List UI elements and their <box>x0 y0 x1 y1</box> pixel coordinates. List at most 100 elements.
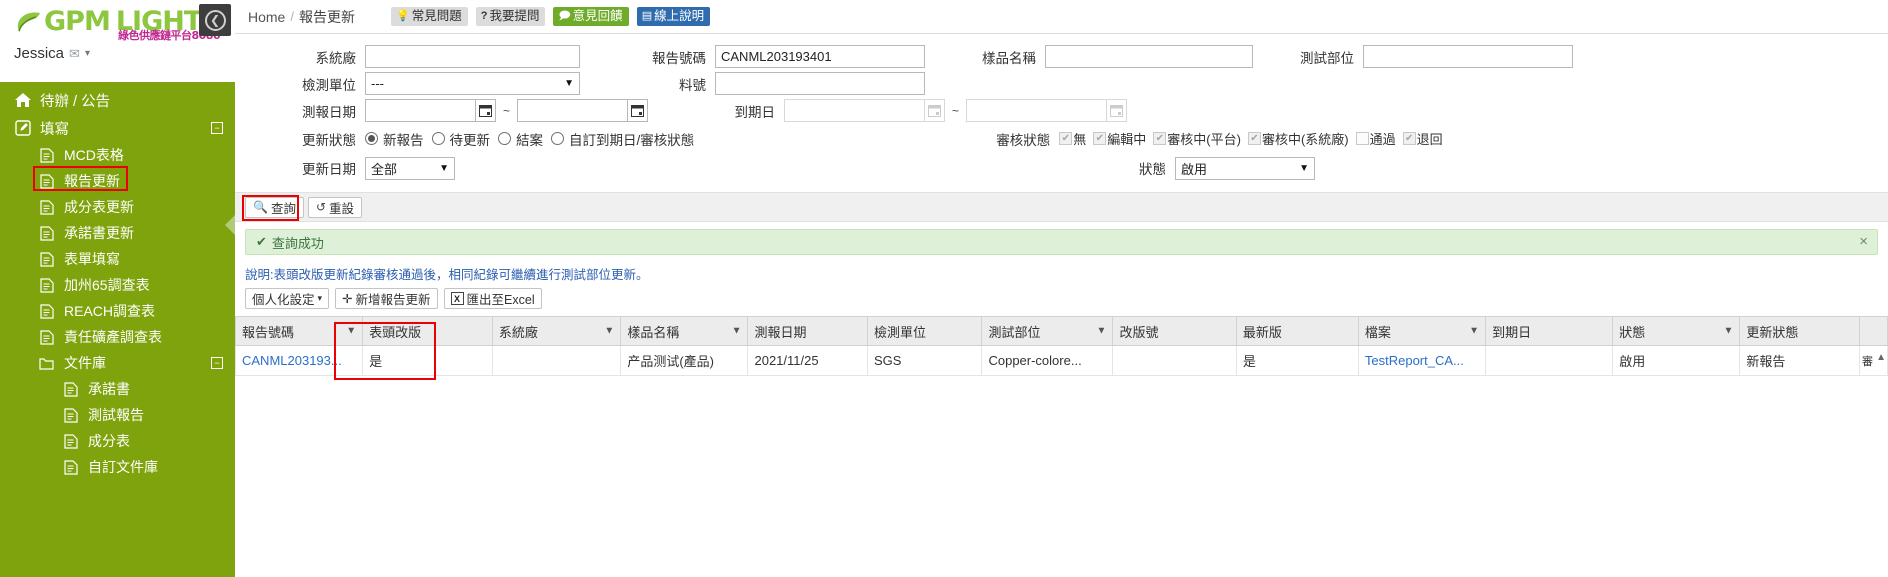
table-row[interactable]: CANML203193... 是 产品测试(產品) 2021/11/25 SGS… <box>235 345 1888 376</box>
sidebar-item-minerals-survey[interactable]: 責任礦產調查表 <box>0 324 235 350</box>
part-no-input[interactable] <box>715 72 925 95</box>
add-report-label: 新增報告更新 <box>355 293 431 307</box>
search-button[interactable]: 🔍 查詢 <box>245 196 304 218</box>
online-help-label: 線上說明 <box>654 9 705 23</box>
cell-latest: 是 <box>1236 345 1359 376</box>
pencil-square-icon <box>14 120 31 137</box>
col-update-status[interactable]: 更新狀態 <box>1739 316 1860 346</box>
radio-custom-due-audit[interactable] <box>551 132 564 145</box>
col-header-revision[interactable]: 表頭改版 <box>362 316 493 346</box>
envelope-icon[interactable]: ✉ <box>69 46 80 62</box>
update-date-select[interactable]: 全部 ▼ <box>365 156 455 180</box>
collapse-toggle-icon[interactable]: − <box>211 357 223 369</box>
sidebar-item-test-report-doc[interactable]: 測試報告 <box>0 402 235 428</box>
test-part-input[interactable] <box>1363 45 1573 68</box>
ask-question-button[interactable]: ? 我要提問 <box>475 7 546 26</box>
col-label: 樣品名稱 <box>627 324 680 340</box>
col-report-date[interactable]: 測報日期 <box>747 316 869 346</box>
filter-icon[interactable]: ▼ <box>346 326 356 337</box>
filter-icon[interactable]: ▼ <box>732 326 742 337</box>
breadcrumb-home[interactable]: Home <box>248 9 285 25</box>
radio-new-report[interactable] <box>365 132 378 145</box>
checkbox-review-factory[interactable]: ✔ <box>1247 132 1261 145</box>
reset-button[interactable]: ↺ 重設 <box>307 196 363 218</box>
state-value: 啟用 <box>1181 161 1208 177</box>
calendar-icon[interactable] <box>627 99 649 122</box>
checkbox-review-platform[interactable]: ✔ <box>1153 132 1167 145</box>
faq-button[interactable]: 💡 常見問題 <box>390 7 468 26</box>
col-due-date[interactable]: 到期日 <box>1485 316 1614 346</box>
sidebar-item-mcd-form[interactable]: MCD表格 <box>0 142 235 168</box>
online-help-button[interactable]: ▤ 線上說明 <box>636 7 711 26</box>
cell-file[interactable]: TestReport_CA... <box>1358 345 1487 376</box>
filter-icon[interactable]: ▼ <box>604 326 614 337</box>
system-factory-input[interactable] <box>365 45 580 68</box>
col-test-part[interactable]: 測試部位 ▼ <box>981 316 1114 346</box>
sidebar-item-custom-doc-library[interactable]: 自訂文件庫 <box>0 454 235 480</box>
scroll-up-icon[interactable]: ▲ <box>1876 352 1886 363</box>
sidebar-item-composition-update[interactable]: 成分表更新 <box>0 194 235 220</box>
file-link[interactable]: TestReport_CA... <box>1365 353 1464 368</box>
sidebar-item-form-fill[interactable]: 表單填寫 <box>0 246 235 272</box>
report-date-to-input[interactable] <box>517 99 628 122</box>
sidebar-item-ca65-survey[interactable]: 加州65調查表 <box>0 272 235 298</box>
state-select[interactable]: 啟用 ▼ <box>1175 156 1315 180</box>
file-icon <box>38 329 55 346</box>
sample-name-input[interactable] <box>1045 45 1253 68</box>
calendar-icon[interactable] <box>1106 99 1128 122</box>
form-row-3: 測報日期 ~ 到期日 ~ <box>235 97 1888 124</box>
test-unit-select[interactable]: --- ▼ <box>365 72 580 95</box>
col-system-factory[interactable]: 系統廠 ▼ <box>492 316 622 346</box>
due-date-from-group <box>784 99 946 122</box>
report-no-link[interactable]: CANML203193... <box>242 353 342 368</box>
cell-report-no[interactable]: CANML203193... <box>235 345 364 376</box>
col-sample-name[interactable]: 樣品名稱 ▼ <box>620 316 749 346</box>
sidebar-collapse-button[interactable]: ❮ <box>199 4 231 36</box>
checkbox-passed[interactable] <box>1355 132 1369 145</box>
sidebar-item-report-update[interactable]: 報告更新 <box>0 168 235 194</box>
sidebar-item-label: 報告更新 <box>64 173 120 189</box>
sidebar-item-reach-survey[interactable]: REACH調查表 <box>0 298 235 324</box>
sidebar-item-composition-doc[interactable]: 成分表 <box>0 428 235 454</box>
filter-icon[interactable]: ▼ <box>1097 326 1107 337</box>
checkbox-returned[interactable]: ✔ <box>1402 132 1416 145</box>
checkbox-none[interactable]: ✔ <box>1059 132 1073 145</box>
chevron-down-icon[interactable]: ▾ <box>85 48 90 59</box>
test-unit-value: --- <box>371 76 384 91</box>
filter-icon[interactable]: ▼ <box>1469 326 1479 337</box>
personalize-settings-button[interactable]: 個人化設定 ▾ <box>245 288 330 309</box>
checkbox-editing[interactable]: ✔ <box>1093 132 1107 145</box>
sidebar-item-todo[interactable]: 待辦 / 公告 <box>0 86 235 114</box>
chevron-down-icon: ▼ <box>1299 162 1309 174</box>
filter-icon[interactable]: ▼ <box>1724 326 1734 337</box>
due-date-to-input[interactable] <box>966 99 1107 122</box>
feedback-button[interactable]: 🗩 意見回饋 <box>553 7 629 26</box>
col-test-unit[interactable]: 檢測單位 <box>867 316 983 346</box>
due-date-from-input[interactable] <box>784 99 925 122</box>
calendar-icon[interactable] <box>924 99 946 122</box>
close-icon[interactable]: × <box>1859 233 1868 250</box>
sidebar-item-document-library[interactable]: 文件庫 − <box>0 350 235 376</box>
collapse-toggle-icon[interactable]: − <box>211 122 223 134</box>
folder-icon <box>38 355 55 372</box>
col-latest[interactable]: 最新版 <box>1236 316 1359 346</box>
date-range-separator: ~ <box>503 103 511 118</box>
col-file[interactable]: 檔案 ▼ <box>1358 316 1487 346</box>
add-report-update-button[interactable]: ✛ 新增報告更新 <box>335 288 438 309</box>
sidebar-item-fill[interactable]: 填寫 − <box>0 114 235 142</box>
col-state[interactable]: 狀態 ▼ <box>1612 316 1741 346</box>
sidebar-item-commitment-doc[interactable]: 承諾書 <box>0 376 235 402</box>
sidebar-item-commitment-update[interactable]: 承諾書更新 <box>0 220 235 246</box>
col-label: 到期日 <box>1492 324 1532 340</box>
export-excel-button[interactable]: X 匯出至Excel <box>443 288 542 309</box>
sidebar-nav: 待辦 / 公告 填寫 − MCD表格 報告更新 成分表更新 承諾書更新 表單填寫… <box>0 82 235 480</box>
col-revision-no[interactable]: 改版號 <box>1112 316 1237 346</box>
col-label: 檢測單位 <box>874 324 927 340</box>
radio-pending-update[interactable] <box>431 132 445 145</box>
report-no-input[interactable]: CANML203193401 <box>715 45 925 68</box>
report-date-from-input[interactable] <box>365 99 475 122</box>
col-report-no[interactable]: 報告號碼 ▼ <box>235 316 364 346</box>
radio-closed[interactable] <box>498 132 511 145</box>
calendar-icon[interactable] <box>475 99 496 122</box>
checkbox-review-factory-label: 審核中(系統廠) <box>1261 132 1349 147</box>
